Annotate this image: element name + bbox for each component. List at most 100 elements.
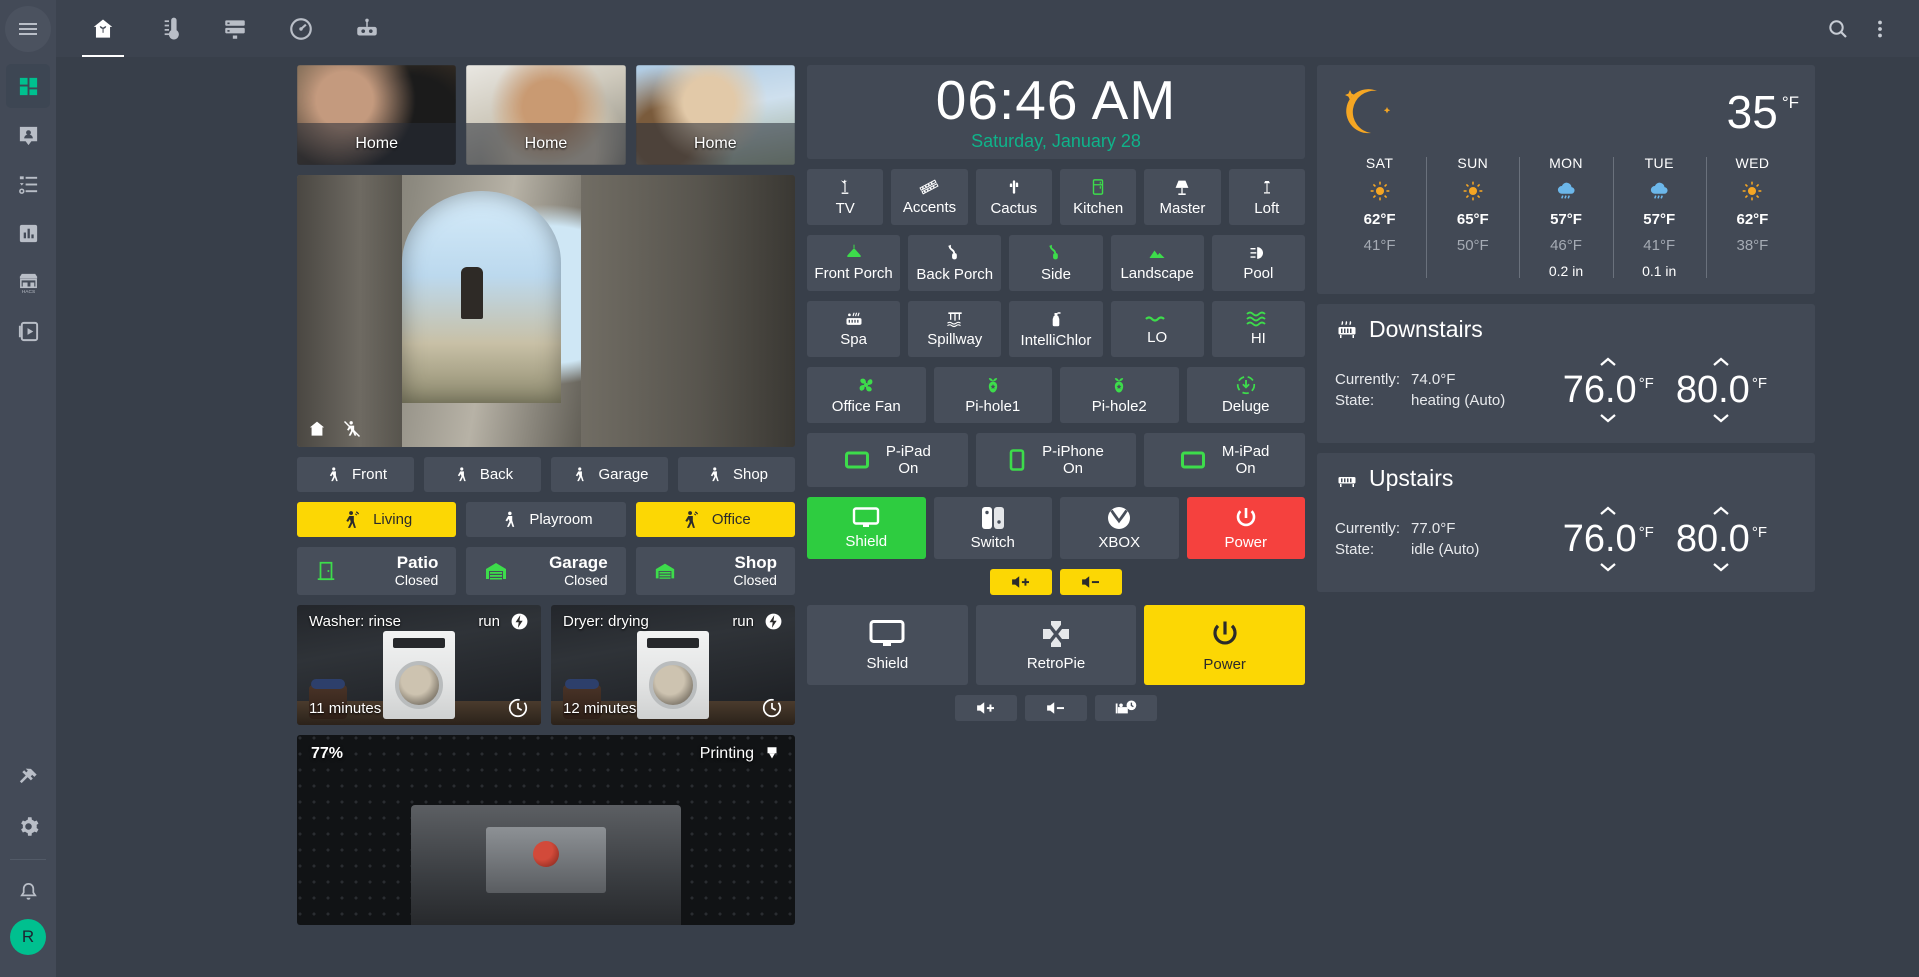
weather-card[interactable]: 35 °F SAT 62°F 41°F SUN 65°F 50°F MON 57… <box>1317 65 1815 294</box>
person-card[interactable]: Home <box>635 65 795 165</box>
setpoint-value-group: 76.0 °F <box>1563 520 1654 558</box>
volume-down-button[interactable] <box>1060 569 1122 595</box>
appliance-card-washer[interactable]: Washer: rinse run 11 minutes <box>297 605 541 725</box>
media-button-xbox[interactable]: XBOX <box>1060 497 1179 559</box>
switch-button-deluge[interactable]: Deluge <box>1186 367 1305 423</box>
motion-button-back[interactable]: Back <box>424 457 541 492</box>
torchiere-icon <box>1263 181 1270 194</box>
overflow-menu-button[interactable] <box>1859 8 1901 50</box>
motion-button-shop[interactable]: Shop <box>678 457 795 492</box>
printer-header: 77% Printing <box>311 744 781 764</box>
printer-card[interactable]: 77% Printing <box>297 735 795 925</box>
light-button-landscape[interactable]: Landscape <box>1110 235 1204 291</box>
light-button-back-porch[interactable]: Back Porch <box>908 235 1002 291</box>
tab-server[interactable] <box>202 0 268 57</box>
sidebar-item-dashboard[interactable] <box>6 64 50 108</box>
rainy-icon <box>1651 182 1668 199</box>
media2-button-retropie[interactable]: RetroPie <box>975 605 1137 685</box>
light-button-hi[interactable]: HI <box>1211 301 1305 357</box>
camera-feed-card[interactable] <box>297 175 795 447</box>
sidebar-item-todo[interactable] <box>6 162 50 206</box>
motion-button-garage[interactable]: Garage <box>551 457 668 492</box>
media2-button-power[interactable]: Power <box>1144 605 1306 685</box>
clock-icon[interactable] <box>507 697 529 719</box>
door-card-garage[interactable]: Garage Closed <box>466 547 626 595</box>
sidebar-item-media[interactable] <box>6 309 50 353</box>
setpoint-unit: °F <box>1751 524 1767 541</box>
thermostat-setpoint-low: 76.0 °F <box>1563 502 1654 576</box>
setpoint-decrease-button[interactable] <box>1698 558 1744 576</box>
tab-automation[interactable] <box>334 0 400 57</box>
volume-down-button[interactable] <box>1025 695 1087 721</box>
light-button-pool[interactable]: Pool <box>1211 235 1305 291</box>
thermostat-card-upstairs[interactable]: Upstairs Currently: 77.0°F State: idle (… <box>1317 453 1815 592</box>
sidebar-item-hacs[interactable]: HACS <box>6 260 50 304</box>
media2-label: Shield <box>866 654 909 672</box>
device-button-p-iphone[interactable]: P-iPhone On <box>975 433 1137 487</box>
phone-icon <box>1009 449 1025 471</box>
light-button-cactus[interactable]: Cactus <box>975 169 1052 225</box>
flash-icon[interactable] <box>764 612 783 631</box>
media-play-icon <box>18 321 38 341</box>
light-button-accents[interactable]: Accents <box>891 169 968 225</box>
light-button-spa[interactable]: Spa <box>807 301 901 357</box>
door-card-patio[interactable]: Patio Closed <box>297 547 457 595</box>
tab-climate[interactable] <box>136 0 202 57</box>
sidebar-item-history[interactable] <box>6 211 50 255</box>
device-button-p-ipad[interactable]: P-iPad On <box>807 433 968 487</box>
motion-button-front[interactable]: Front <box>297 457 414 492</box>
light-button-front-porch[interactable]: Front Porch <box>807 235 901 291</box>
flash-icon[interactable] <box>510 612 529 631</box>
forecast-high: 62°F <box>1363 211 1396 228</box>
camera-scene-right <box>580 175 795 447</box>
appliance-card-dryer[interactable]: Dryer: drying run 12 minutes <box>551 605 795 725</box>
camera-home-button[interactable] <box>307 419 327 439</box>
volume-minus-icon <box>1082 576 1099 588</box>
light-button-kitchen[interactable]: Kitchen <box>1059 169 1137 225</box>
user-avatar[interactable]: R <box>10 919 46 955</box>
occupancy-button-playroom[interactable]: Playroom <box>466 502 626 537</box>
sidebar-item-settings[interactable] <box>6 804 50 848</box>
media2-button-shield[interactable]: Shield <box>807 605 968 685</box>
setpoint-decrease-button[interactable] <box>1585 409 1631 427</box>
volume-up-button[interactable] <box>990 569 1052 595</box>
person-card[interactable]: Home <box>297 65 457 165</box>
device-grid-row5: P-iPad On P-iPhone On M-iPad On <box>807 433 1305 487</box>
camera-motion-off-button[interactable] <box>341 419 363 439</box>
light-label: Kitchen <box>1073 200 1124 218</box>
setpoint-decrease-button[interactable] <box>1698 409 1744 427</box>
occupancy-button-living[interactable]: Living <box>297 502 457 537</box>
light-button-intellichlor[interactable]: IntelliChlor <box>1009 301 1103 357</box>
door-text: Patio Closed <box>351 553 439 589</box>
light-button-loft[interactable]: Loft <box>1228 169 1305 225</box>
thermostat-card-downstairs[interactable]: Downstairs Currently: 74.0°F State: heat… <box>1317 304 1815 443</box>
switch-button-pihole1[interactable]: Pi-hole1 <box>933 367 1052 423</box>
switch-button-office-fan[interactable]: Office Fan <box>807 367 926 423</box>
sidebar-item-map-person[interactable] <box>6 113 50 157</box>
printer-3d-nozzle-icon[interactable] <box>763 744 781 764</box>
sidebar-toggle-button[interactable] <box>5 6 51 52</box>
media-button-power[interactable]: Power <box>1186 497 1305 559</box>
switch-button-pihole2[interactable]: Pi-hole2 <box>1060 367 1179 423</box>
media-button-shield[interactable]: Shield <box>807 497 926 559</box>
setpoint-decrease-button[interactable] <box>1585 558 1631 576</box>
sidebar-item-developer-tools[interactable] <box>6 755 50 799</box>
device-button-m-ipad[interactable]: M-iPad On <box>1144 433 1305 487</box>
light-button-lo[interactable]: LO <box>1110 301 1204 357</box>
sleep-timer-button[interactable] <box>1095 695 1157 721</box>
clock-icon[interactable] <box>761 697 783 719</box>
tab-gauge[interactable] <box>268 0 334 57</box>
light-button-side[interactable]: Side <box>1009 235 1103 291</box>
light-button-spillway[interactable]: Spillway <box>908 301 1002 357</box>
light-button-tv[interactable]: TV <box>807 169 884 225</box>
search-button[interactable] <box>1817 8 1859 50</box>
volume-up-button[interactable] <box>955 695 1017 721</box>
occupancy-button-office[interactable]: Office <box>635 502 795 537</box>
walk-icon <box>710 466 719 481</box>
media-button-switch[interactable]: Switch <box>933 497 1052 559</box>
tab-home[interactable] <box>70 0 136 57</box>
sidebar-item-notifications[interactable] <box>6 870 50 914</box>
person-card[interactable]: Home <box>466 65 626 165</box>
light-button-master[interactable]: Master <box>1144 169 1221 225</box>
door-card-shop[interactable]: Shop Closed <box>635 547 795 595</box>
